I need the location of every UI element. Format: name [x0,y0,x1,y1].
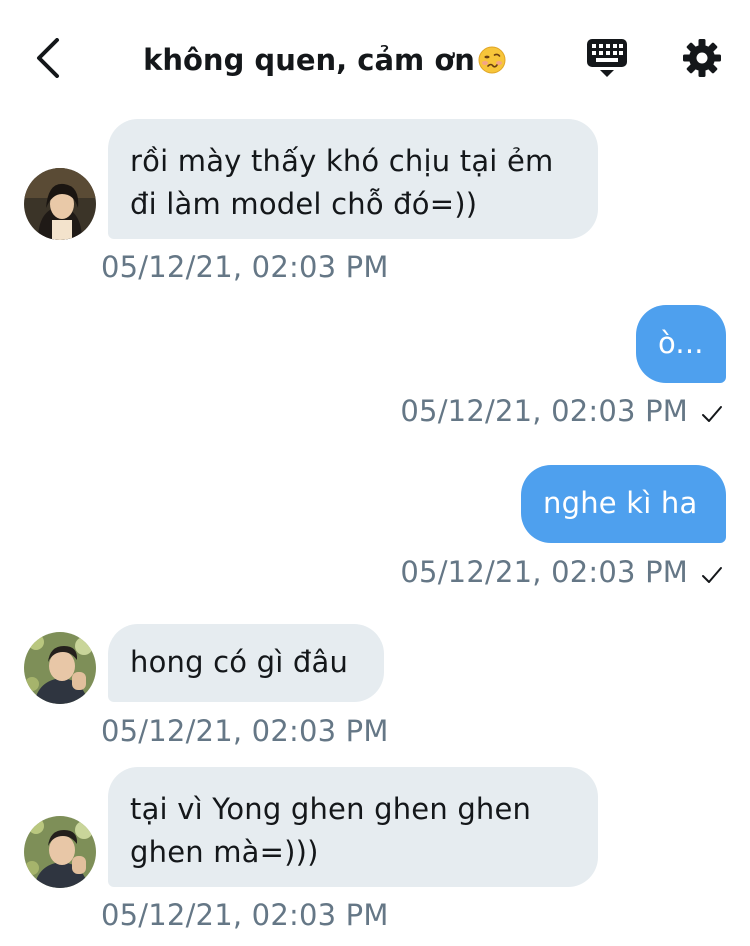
conversation-title-text: không quen, cảm ơn [143,43,475,77]
avatar[interactable] [24,168,96,240]
keyboard-button[interactable] [585,36,629,80]
avatar-photo-icon [24,816,96,888]
message-timestamp: 05/12/21, 02:03 PM [101,714,389,748]
message-timestamp: 05/12/21, 02:03 PM [101,250,389,284]
message-timestamp: 05/12/21, 02:03 PM [101,898,389,932]
avatar-photo-icon [24,632,96,704]
message-line: hong có gì đâu [130,645,349,679]
avatar-photo-icon [24,168,96,240]
message-bubble-incoming[interactable]: hong có gì đâu [108,624,384,702]
conversation-title[interactable]: không quen, cảm ơn [140,38,510,82]
message-bubble-incoming[interactable]: tại vì Yong ghen ghen ghen ghen mà=))) [108,767,598,887]
keyboard-icon [587,39,627,77]
read-checkmark-icon [702,567,722,583]
message-timestamp: 05/12/21, 02:03 PM [400,555,688,589]
woozy-face-emoji-icon [478,46,506,74]
message-line: tại vì Yong ghen ghen ghen [130,792,532,826]
gear-icon [683,39,721,77]
chevron-left-icon [37,38,59,78]
message-bubble-incoming[interactable]: rồi mày thấy khó chịu tại ẻm đi làm mode… [108,119,598,239]
read-checkmark-icon [702,406,722,422]
message-line: nghe kì ha [543,486,698,520]
message-line: ò... [658,326,704,360]
message-line: đi làm model chỗ đó=)) [130,187,478,221]
message-line: ghen mà=))) [130,835,319,869]
message-timestamp: 05/12/21, 02:03 PM [400,394,688,428]
back-button[interactable] [28,36,68,80]
message-line: rồi mày thấy khó chịu tại ẻm [130,144,554,178]
conversation-header: không quen, cảm ơn [0,0,750,112]
settings-button[interactable] [680,36,724,80]
avatar[interactable] [24,632,96,704]
message-bubble-outgoing[interactable]: nghe kì ha [521,465,726,543]
avatar[interactable] [24,816,96,888]
message-bubble-outgoing[interactable]: ò... [636,305,726,383]
